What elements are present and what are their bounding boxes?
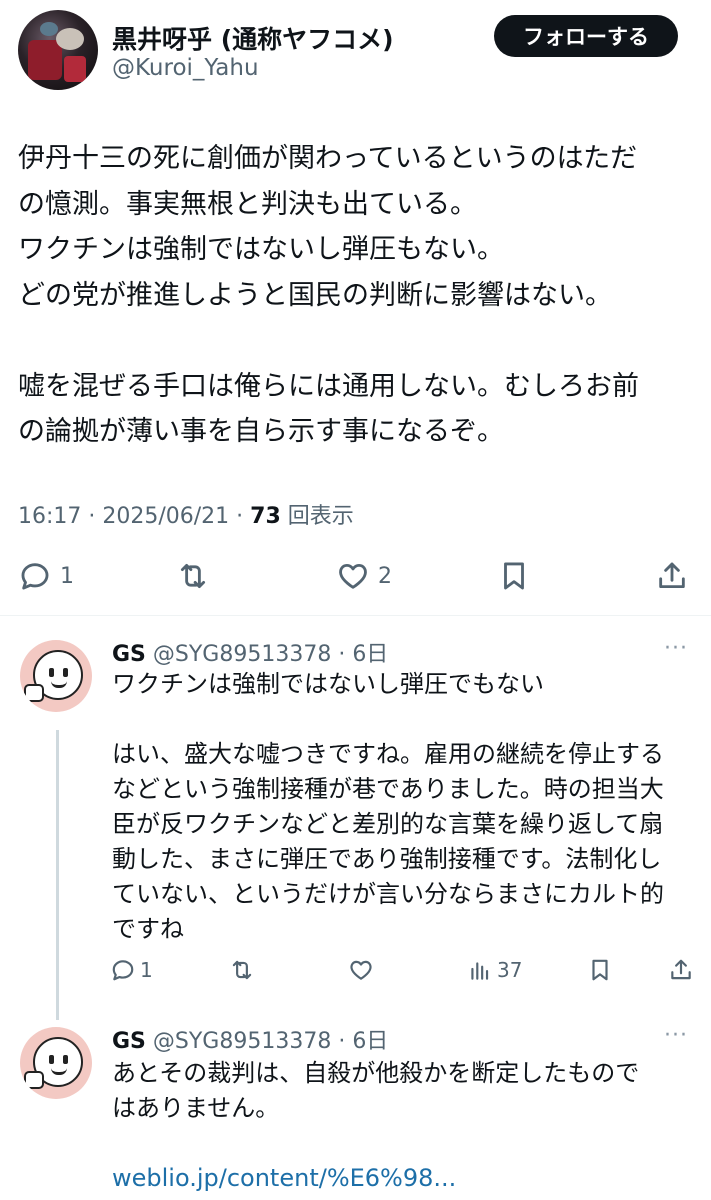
reply-icon: [21, 563, 49, 590]
like-icon: [350, 960, 372, 980]
tweet-line: どの党が推進しようと国民の判断に影響はない。: [18, 279, 612, 311]
author-avatar[interactable]: [18, 10, 98, 90]
reply-author-name[interactable]: GS: [112, 642, 146, 667]
views-button[interactable]: 37: [467, 952, 522, 988]
like-count: 2: [378, 563, 392, 589]
bookmark-icon: [504, 562, 524, 590]
reply-line: ですね: [112, 915, 184, 943]
author-display-name[interactable]: 黒井呀乎 (通称ヤフコメ): [112, 20, 394, 56]
tweet-line: の憶測。事実無根と判決も出ている。: [18, 188, 477, 220]
tweet-meta: 16:17 · 2025/06/21 · 73 回表示: [18, 498, 354, 530]
bookmark-button[interactable]: [497, 552, 531, 600]
reply-icon: [112, 960, 134, 981]
reply-author-name[interactable]: GS: [112, 1029, 146, 1054]
retweet-icon: [180, 563, 206, 589]
reply-button[interactable]: 1: [110, 952, 153, 988]
reply-avatar[interactable]: [20, 640, 92, 712]
avatar-shape: [28, 40, 62, 80]
reply-line: はありません。: [112, 1094, 280, 1122]
avatar-shape: [64, 56, 86, 82]
reply-line: ていない、というだけが言い分ならまさにカルト的: [112, 880, 664, 908]
retweet-icon: [232, 960, 252, 980]
reply-line: はい、盛大な嘘つきですね。雇用の継続を停止する: [112, 740, 664, 768]
views-count: 73: [250, 504, 281, 529]
tweet-line: ワクチンは強制ではないし弾圧もない。: [18, 234, 504, 265]
reply-line: 動した、まさに弾圧であり強制接種です。法制化し: [112, 845, 662, 873]
avatar-eye: [49, 668, 54, 677]
reply-count: 1: [140, 958, 153, 982]
avatar-shape: [56, 28, 84, 50]
like-button[interactable]: [348, 952, 374, 988]
reply-link[interactable]: weblio.jp/content/%E6%98...: [112, 1161, 702, 1196]
bookmark-button[interactable]: [587, 952, 613, 988]
retweet-button[interactable]: [229, 952, 255, 988]
retweet-button[interactable]: [176, 552, 210, 600]
reply-count: 1: [60, 563, 74, 589]
author-handle[interactable]: @Kuroi_Yahu: [112, 55, 259, 81]
reply-avatar[interactable]: [20, 1027, 92, 1099]
views-label: 回表示: [280, 504, 354, 529]
tweet-text: 伊丹十三の死に創価が関わっているというのはただ の憶測。事実無根と判決も出ている…: [18, 136, 698, 455]
tweet-action-bar: 1 2: [0, 552, 711, 600]
avatar-thumb: [24, 684, 44, 702]
more-icon[interactable]: ···: [664, 1023, 688, 1048]
follow-button[interactable]: フォローする: [494, 15, 678, 57]
reply-button[interactable]: 1: [18, 552, 74, 600]
share-button[interactable]: [655, 552, 689, 600]
reply-line: 臣が反ワクチンなどと差別的な言葉を繰り返して扇: [112, 810, 664, 838]
reply-header: GS @SYG89513378 · 6日: [112, 636, 388, 668]
reply-line: あとその裁判は、自殺が他殺かを断定したもので: [112, 1059, 640, 1087]
bookmark-icon: [592, 959, 608, 981]
reply-action-bar: 1 37: [0, 952, 711, 988]
tweet-line: 嘘を混ぜる手口は俺らには通用しない。むしろお前: [18, 370, 639, 402]
more-icon[interactable]: ···: [664, 636, 688, 661]
reply-header: GS @SYG89513378 · 6日: [112, 1023, 388, 1055]
like-icon: [339, 563, 367, 589]
reply-line: ワクチンは強制ではないし弾圧でもない: [112, 670, 544, 698]
share-icon: [671, 959, 691, 980]
tweet-line: 伊丹十三の死に創価が関わっているというのはただ: [18, 143, 638, 174]
reply-line: などという強制接種が巷でありました。時の担当大: [112, 775, 664, 803]
reply-author-handle[interactable]: @SYG89513378 · 6日: [153, 642, 388, 667]
avatar-eye: [63, 668, 68, 677]
views-count: 37: [497, 958, 523, 982]
reply-text: あとその裁判は、自殺が他殺かを断定したもので はありません。 weblio.jp…: [112, 1056, 702, 1196]
divider: [0, 615, 711, 616]
views-icon: [471, 962, 489, 980]
avatar-shape: [40, 22, 58, 36]
avatar-thumb: [24, 1071, 44, 1089]
reply-author-handle[interactable]: @SYG89513378 · 6日: [153, 1029, 388, 1054]
share-icon: [659, 562, 685, 589]
tweet-line: の論拠が薄い事を自ら示す事になるぞ。: [18, 416, 504, 447]
like-button[interactable]: 2: [336, 552, 392, 600]
reply-text: ワクチンは強制ではないし弾圧でもない はい、盛大な嘘つきですね。雇用の継続を停止…: [112, 667, 702, 947]
avatar-eye: [63, 1055, 68, 1064]
tweet-timestamp[interactable]: 16:17 · 2025/06/21 ·: [18, 504, 250, 529]
avatar-eye: [49, 1055, 54, 1064]
share-button[interactable]: [668, 952, 694, 988]
